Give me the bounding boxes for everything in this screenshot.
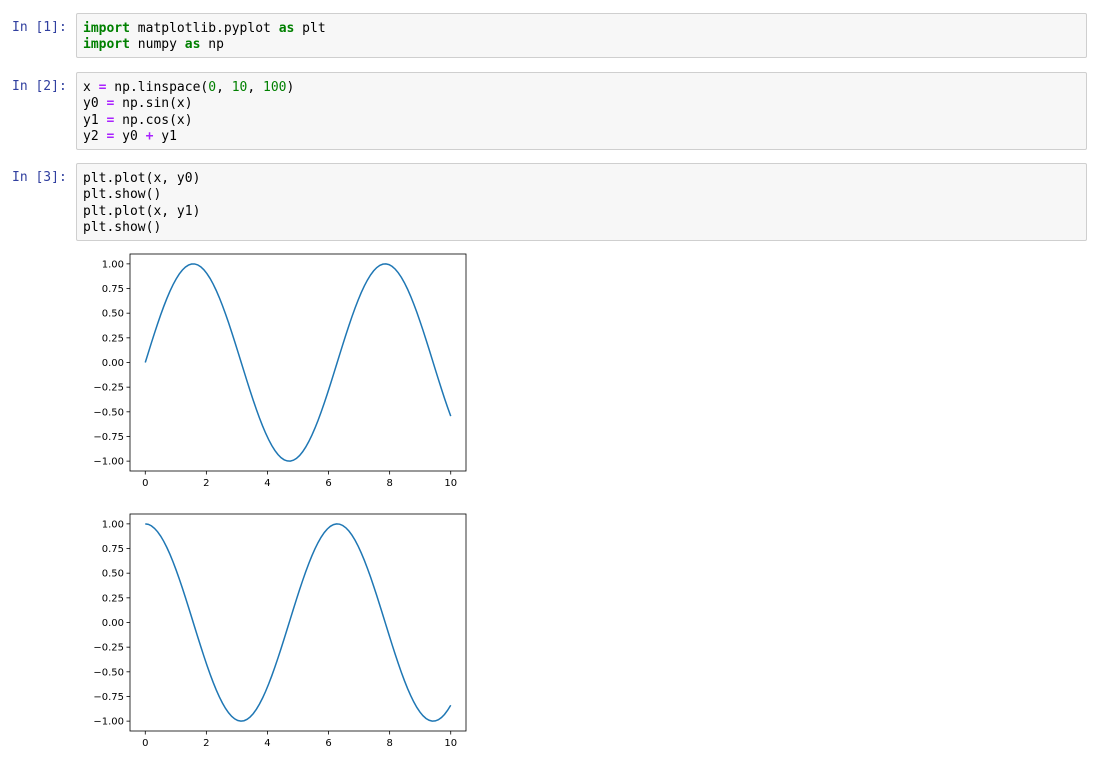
code-token: plt.plot(x, y1): [83, 203, 201, 219]
code-token: as: [184, 37, 201, 53]
x-tick-label: 10: [444, 738, 457, 749]
code-token: np.sin(x): [114, 96, 193, 112]
code-token: import: [83, 21, 130, 36]
code-token: np.linspace(: [106, 80, 209, 95]
y-tick-label: 1.00: [102, 519, 124, 530]
x-tick-label: 0: [142, 478, 148, 489]
y-tick-label: 0.75: [102, 544, 124, 555]
cell-prompt: In [1]:: [12, 20, 67, 35]
axes-frame: [129, 253, 467, 472]
y-tick-label: −0.25: [93, 383, 124, 394]
axes-frame: [129, 513, 467, 732]
code-token: ): [286, 80, 295, 95]
x-tick-label: 4: [264, 738, 270, 749]
code-token: y1: [83, 112, 107, 128]
output-plot-cos: 1.00 0.75 0.50 0.25 0.00 −0.25 −0.50 −0.75 −1.00…: [84, 508, 484, 756]
code-token: y0: [114, 129, 146, 145]
code-token: plt.show(): [83, 187, 162, 203]
y-tick-label: 0.25: [102, 333, 124, 344]
series-line: [145, 523, 452, 722]
code-token: ,: [247, 80, 264, 95]
y-tick-label: −0.50: [93, 667, 124, 678]
x-tick-label: 6: [325, 478, 331, 489]
x-tick-label: 2: [203, 478, 209, 489]
code-token: import: [83, 37, 130, 53]
sin-chart: 1.00 0.75 0.50 0.25 0.00 −0.25 −0.50 −0.75 −1.00…: [93, 253, 467, 489]
cell-prompt: In [3]:: [12, 170, 67, 185]
series-line: [144, 263, 452, 462]
code-line: y2 = y0 + y1: [83, 129, 1080, 145]
code-line: y0 = np.sin(x): [83, 96, 1080, 112]
code-token: y1: [153, 129, 177, 145]
x-tick-label: 4: [264, 478, 270, 489]
y-tick-label: 0.50: [102, 569, 124, 580]
x-tick-label: 10: [444, 478, 457, 489]
y-tick-label: −0.75: [93, 432, 124, 443]
y-tick-label: 0.25: [102, 593, 124, 604]
code-line: x = np.linspace(0, 10, 100): [83, 80, 1080, 96]
code-token: np.cos(x): [114, 112, 193, 128]
cos-chart: 1.00 0.75 0.50 0.25 0.00 −0.25 −0.50 −0.75 −1.00…: [93, 513, 467, 749]
code-token: numpy: [129, 37, 185, 53]
y-tick-label: 1.00: [102, 259, 124, 270]
code-input[interactable]: plt.plot(x, y0) plt.show() plt.plot(x, y…: [76, 163, 1087, 241]
y-tick-label: −1.00: [93, 717, 124, 728]
code-line: plt.show(): [83, 220, 1080, 236]
output-plot-sin: 1.00 0.75 0.50 0.25 0.00 −0.25 −0.50 −0.75 −1.00…: [84, 248, 484, 496]
code-token: np: [200, 37, 224, 53]
code-token: x: [83, 80, 99, 95]
x-tick-label: 8: [386, 478, 392, 489]
x-tick-label: 6: [325, 738, 331, 749]
x-tick-label: 8: [386, 738, 392, 749]
code-line: plt.plot(x, y0): [83, 171, 1080, 187]
code-token: y0: [83, 96, 107, 112]
y-tick-label: 0.50: [102, 309, 124, 320]
y-tick-label: −0.50: [93, 407, 124, 418]
code-token: y2: [83, 129, 107, 145]
code-line: y1 = np.cos(x): [83, 113, 1080, 129]
y-tick-label: −0.25: [93, 643, 124, 654]
code-token: plt.show(): [83, 220, 162, 236]
code-line: plt.show(): [83, 187, 1080, 203]
y-tick-label: 0.00: [102, 358, 124, 369]
code-input[interactable]: x = np.linspace(0, 10, 100) y0 = np.sin(…: [76, 72, 1087, 150]
code-token: 0: [208, 80, 217, 95]
code-line: import numpy as np: [83, 37, 1080, 53]
y-tick-label: −0.75: [93, 692, 124, 703]
code-token: ,: [216, 80, 232, 95]
y-tick-label: 0.00: [102, 618, 124, 629]
code-token: 100: [263, 80, 287, 95]
code-token: 10: [231, 80, 248, 95]
y-tick-label: −1.00: [93, 457, 124, 468]
cell-prompt: In [2]:: [12, 79, 67, 94]
code-token: matplotlib.pyplot: [129, 21, 279, 36]
code-token: as: [278, 21, 295, 36]
code-token: plt: [294, 21, 326, 36]
x-tick-label: 2: [203, 738, 209, 749]
code-line: import matplotlib.pyplot as plt: [83, 21, 1080, 37]
code-token: plt.plot(x, y0): [83, 171, 201, 186]
y-tick-label: 0.75: [102, 284, 124, 295]
code-line: plt.plot(x, y1): [83, 204, 1080, 220]
code-input[interactable]: import matplotlib.pyplot as plt import n…: [76, 13, 1087, 58]
x-tick-label: 0: [142, 738, 148, 749]
